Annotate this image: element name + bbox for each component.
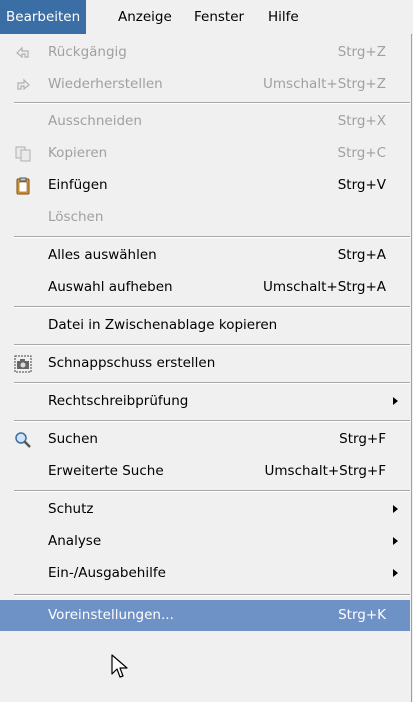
submenu-arrow-icon [393,397,398,405]
shortcut-label: Strg+X [337,113,386,129]
menu-item-preferences[interactable]: Voreinstellungen... Strg+K [0,600,410,631]
menu-item-label: Wiederherstellen [48,76,163,92]
menu-item-label: Ausschneiden [48,113,142,129]
shortcut-label: Umschalt+Strg+A [263,279,386,295]
menu-item-spellcheck[interactable]: Rechtschreibprüfung [0,386,410,417]
menu-item-select-all[interactable]: Alles auswählen Strg+A [0,240,410,271]
redo-icon [17,78,30,91]
menu-item-copy[interactable]: Kopieren Strg+C [0,138,410,169]
menu-bearbeiten[interactable]: Bearbeiten [0,0,87,34]
menu-item-label: Analyse [48,533,102,549]
shortcut-label: Umschalt+Strg+F [264,463,387,479]
menu-item-label: Alles auswählen [48,247,157,263]
menu-item-label: Rückgängig [48,44,127,60]
mouse-cursor-icon [111,654,128,678]
menu-hilfe[interactable]: Hilfe [262,0,305,34]
menu-fenster[interactable]: Fenster [188,0,250,34]
menu-item-cut[interactable]: Ausschneiden Strg+X [0,106,410,137]
separator [14,236,410,238]
camera-icon [14,355,32,373]
menu-item-protection[interactable]: Schutz [0,494,410,525]
separator [14,306,410,308]
menu-item-copy-file-to-clipboard[interactable]: Datei in Zwischenablage kopieren [0,310,410,341]
shortcut-label: Strg+V [337,177,386,193]
shortcut-label: Strg+F [339,431,386,447]
search-icon [15,432,31,448]
menu-item-delete[interactable]: Löschen [0,202,410,233]
shortcut-label: Strg+K [338,607,386,623]
menu-item-label: Auswahl aufheben [48,279,173,295]
copy-icon [15,146,31,162]
menu-item-search[interactable]: Suchen Strg+F [0,424,410,455]
menu-item-label: Einfügen [48,177,108,193]
submenu-arrow-icon [393,505,398,513]
separator [14,594,410,596]
shortcut-label: Umschalt+Strg+Z [263,76,386,92]
edit-menu-dropdown: Rückgängig Strg+Z Wiederherstellen Umsch… [0,34,412,702]
separator [14,382,410,384]
menu-bar: Bearbeiten Anzeige Fenster Hilfe [0,0,413,35]
separator [14,102,410,104]
menu-item-redo[interactable]: Wiederherstellen Umschalt+Strg+Z [0,69,410,100]
menu-item-undo[interactable]: Rückgängig Strg+Z [0,37,410,68]
menu-item-label: Schnappschuss erstellen [48,355,216,371]
menu-item-label: Löschen [48,209,104,225]
paste-icon [16,177,30,195]
menu-item-label: Schutz [48,501,94,517]
submenu-arrow-icon [393,537,398,545]
menu-item-label: Erweiterte Suche [48,463,164,479]
menu-item-paste[interactable]: Einfügen Strg+V [0,170,410,201]
shortcut-label: Strg+A [337,247,386,263]
shortcut-label: Strg+Z [337,44,386,60]
menu-item-label: Datei in Zwischenablage kopieren [48,317,278,333]
menu-item-accessibility[interactable]: Ein-/Ausgabehilfe [0,558,410,589]
menu-item-analysis[interactable]: Analyse [0,526,410,557]
menu-item-advanced-search[interactable]: Erweiterte Suche Umschalt+Strg+F [0,456,410,487]
separator [14,344,410,346]
menu-anzeige[interactable]: Anzeige [112,0,178,34]
menu-item-label: Suchen [48,431,98,447]
menu-item-deselect[interactable]: Auswahl aufheben Umschalt+Strg+A [0,272,410,303]
menu-item-snapshot[interactable]: Schnappschuss erstellen [0,348,410,379]
menu-item-label: Kopieren [48,145,108,161]
menu-item-label: Voreinstellungen... [48,607,174,623]
shortcut-label: Strg+C [337,145,386,161]
menu-item-label: Ein-/Ausgabehilfe [48,565,166,581]
menu-item-label: Rechtschreibprüfung [48,393,189,409]
separator [14,490,410,492]
undo-icon [16,46,29,59]
submenu-arrow-icon [393,569,398,577]
separator [14,420,410,422]
